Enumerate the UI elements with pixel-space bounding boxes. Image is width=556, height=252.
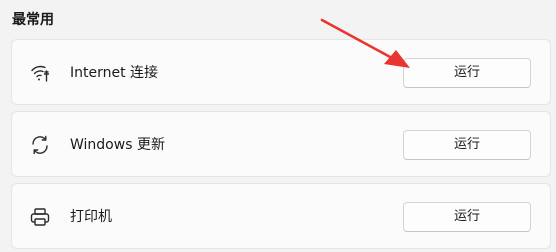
troubleshoot-page: 最常用 Internet 连接 运行 Windows 更新 运行 打印机 运行 [0, 0, 556, 252]
run-button-windows-update[interactable]: 运行 [403, 130, 531, 160]
item-label-windows-update: Windows 更新 [70, 137, 165, 153]
printer-icon [29, 206, 51, 228]
section-title: 最常用 [12, 12, 54, 28]
item-label-internet: Internet 连接 [70, 65, 159, 81]
item-label-printer: 打印机 [70, 209, 112, 225]
run-button-internet[interactable]: 运行 [403, 58, 531, 88]
list-item-windows-update: Windows 更新 运行 [11, 111, 551, 177]
sync-icon [29, 134, 51, 156]
wifi-icon [29, 62, 51, 84]
run-button-printer[interactable]: 运行 [403, 202, 531, 232]
list-item-printer: 打印机 运行 [11, 183, 551, 249]
list-item-internet: Internet 连接 运行 [11, 39, 551, 105]
